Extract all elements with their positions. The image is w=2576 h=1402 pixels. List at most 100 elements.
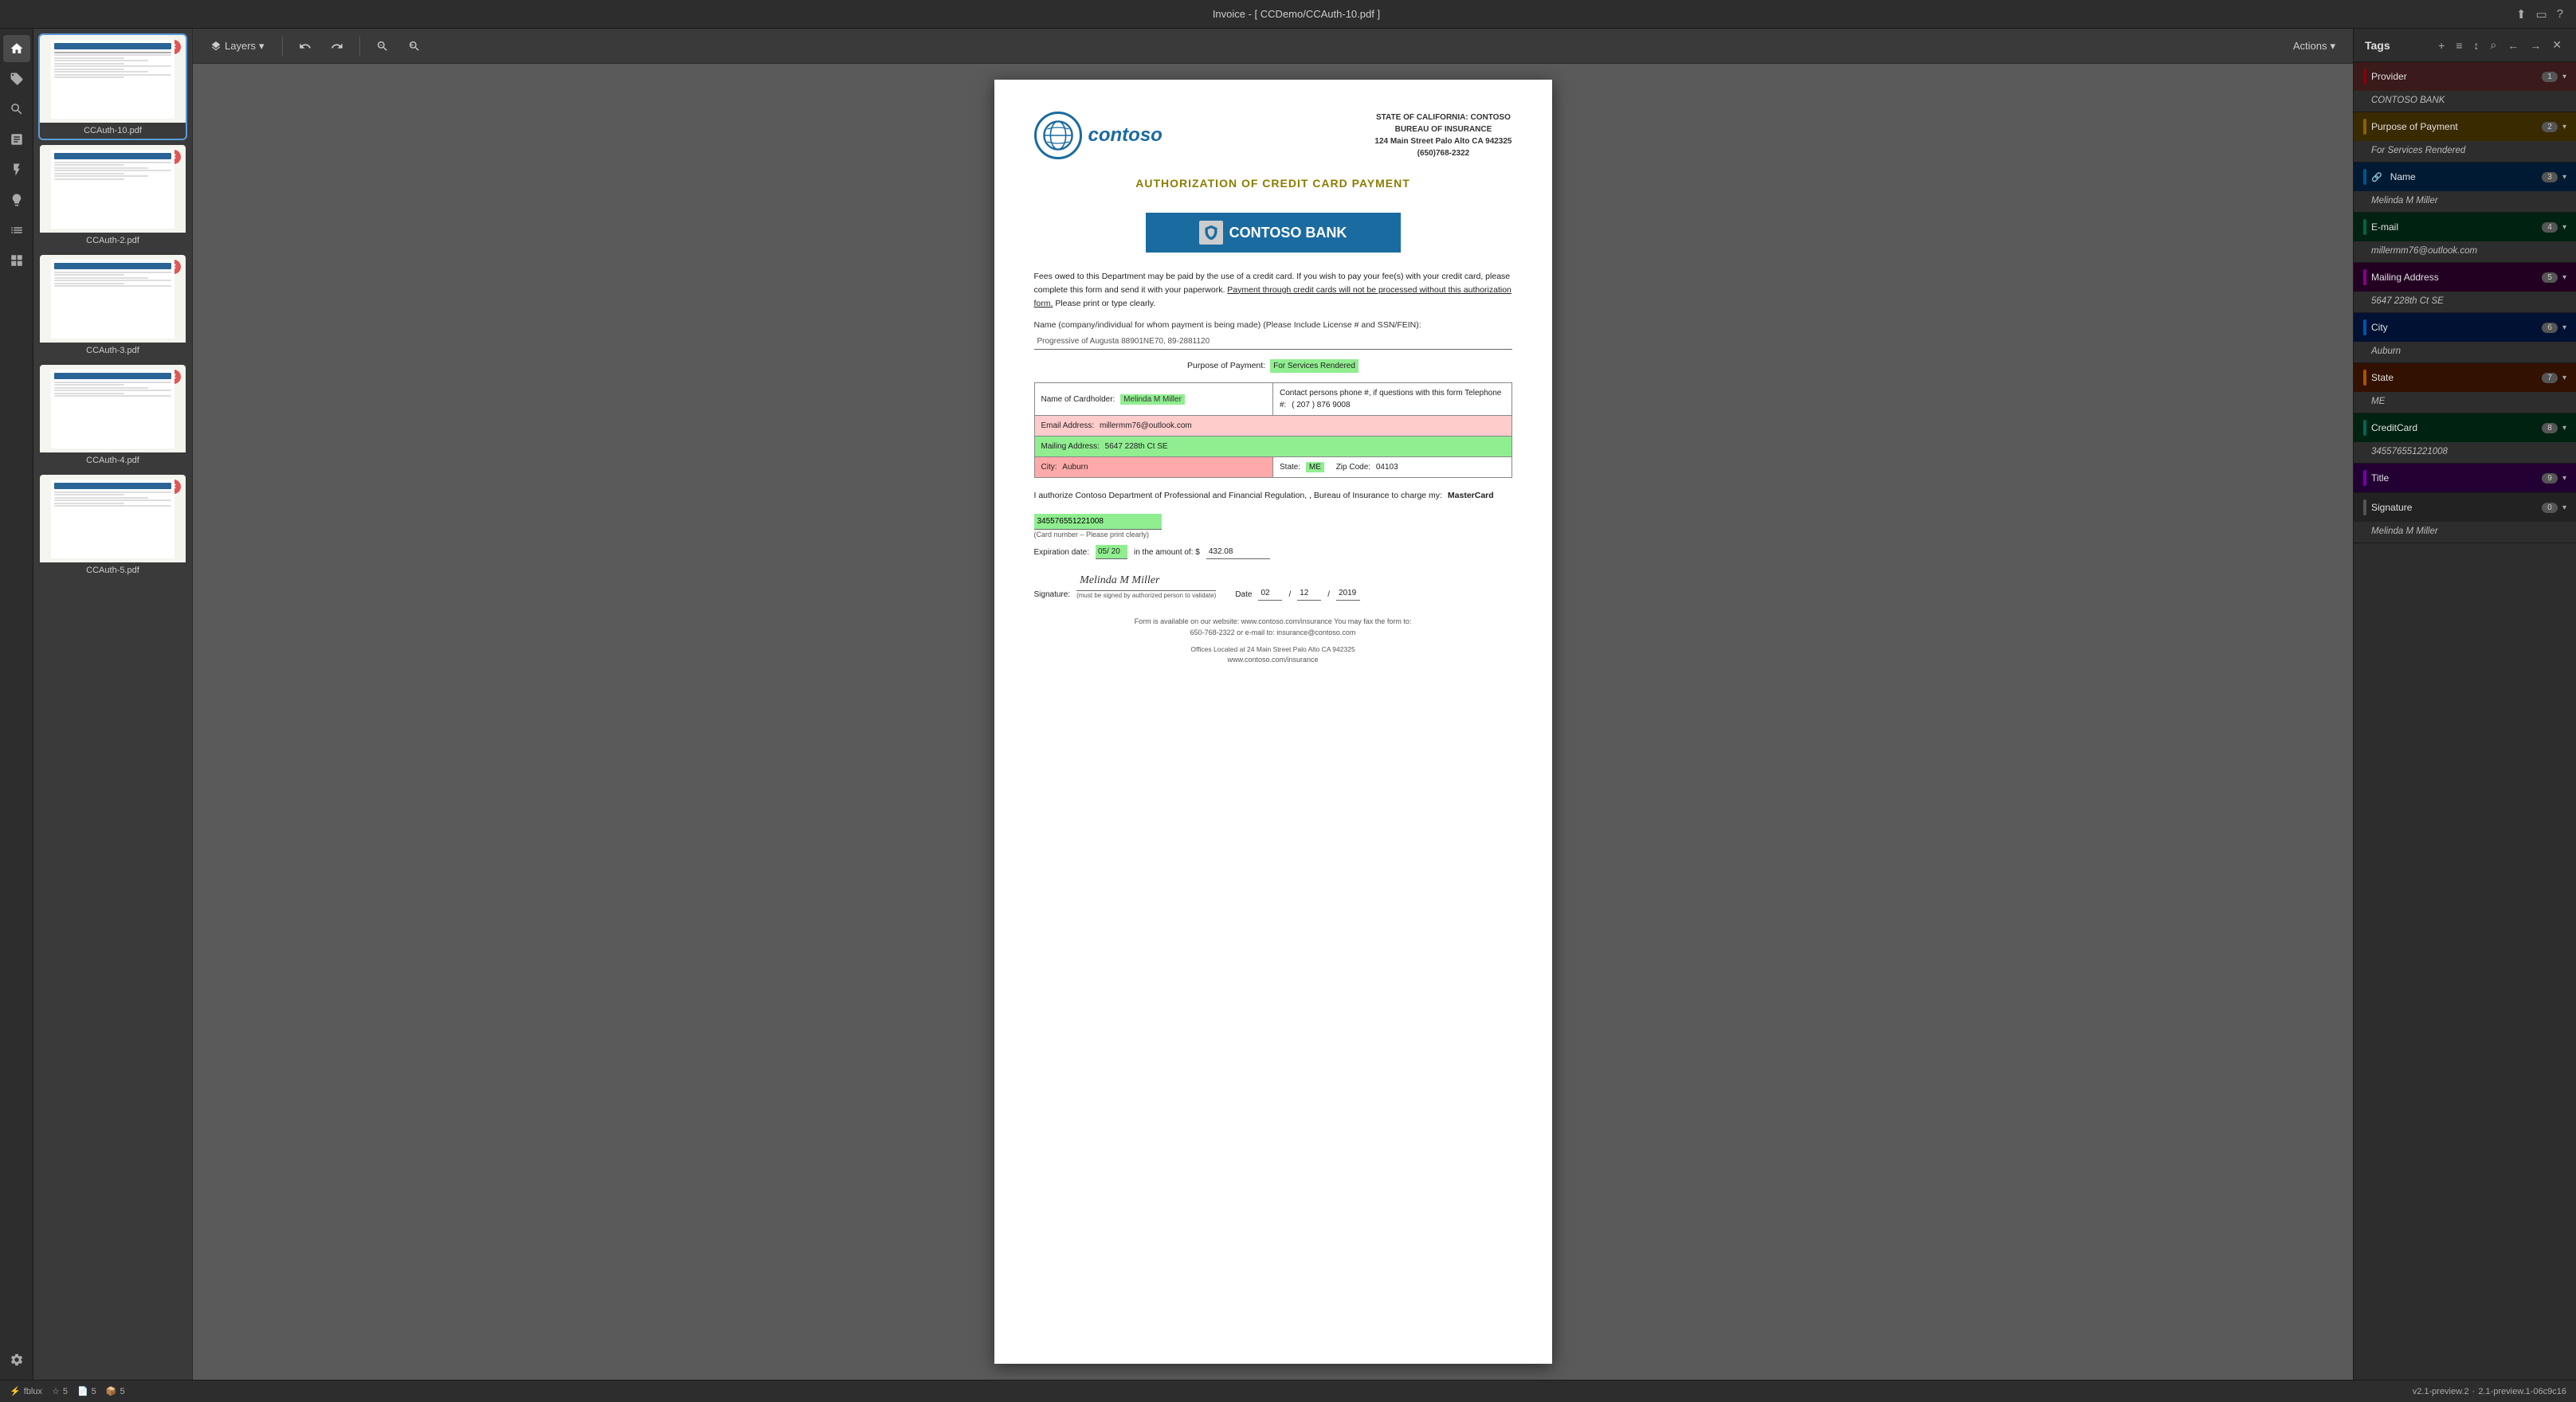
thumbnail-img-2: ✕: [40, 255, 186, 343]
tablet-icon[interactable]: ▭: [2535, 7, 2547, 22]
version-sep: ·: [2472, 1387, 2476, 1396]
tag-color-address: [2363, 269, 2366, 285]
tags-title: Tags: [2365, 39, 2390, 52]
tag-name-sig: Signature: [2371, 502, 2537, 513]
tag-name-purpose: Purpose of Payment: [2371, 121, 2537, 132]
purpose-value: For Services Rendered: [1270, 359, 1359, 373]
date-label: Date: [1235, 589, 1252, 601]
tag-chevron-city: ▾: [2562, 323, 2566, 332]
name-field-value: Progressive of Augusta 88901NE70, 89-288…: [1034, 334, 1512, 350]
name-field-label: Name (company/individual for whom paymen…: [1034, 319, 1512, 332]
zoom-in-button[interactable]: [402, 33, 427, 59]
sidebar-item-list[interactable]: [3, 217, 30, 244]
tag-header-name[interactable]: 🔗 Name 3 ▾: [2354, 163, 2576, 191]
tag-header-state[interactable]: State 7 ▾: [2354, 363, 2576, 392]
zoom-out-button[interactable]: [370, 33, 395, 59]
undo-button[interactable]: [292, 33, 318, 59]
doc-logo: contoso: [1034, 112, 1163, 159]
card-section: 345576551221008 (Card number – Please pr…: [1034, 514, 1512, 560]
cardholder-cell: Name of Cardholder: Melinda M Miller: [1034, 383, 1273, 416]
sidebar-item-extract[interactable]: [3, 126, 30, 153]
tag-item-provider: Provider 1 ▾ CONTOSO BANK: [2354, 62, 2576, 112]
thumbnail-2[interactable]: ✕ CCAuth-3.pdf: [40, 255, 186, 358]
sidebar-item-grid[interactable]: [3, 247, 30, 274]
tag-header-credit[interactable]: CreditCard 8 ▾: [2354, 413, 2576, 442]
zip-value: 04103: [1376, 463, 1398, 472]
help-icon[interactable]: ?: [2557, 7, 2563, 21]
cardholder-value: Melinda M Miller: [1120, 394, 1185, 405]
doc-header: contoso STATE OF CALIFORNIA: CONTOSO BUR…: [1034, 112, 1512, 159]
tags-search-icon[interactable]: ⌕: [2487, 37, 2500, 53]
sidebar-item-lightning[interactable]: [3, 156, 30, 183]
content-area: Layers ▾ Actions ▾: [193, 29, 2353, 1380]
app-icon: ⚡: [10, 1386, 21, 1396]
tags-close-icon[interactable]: ✕: [2549, 37, 2565, 53]
doc-viewer[interactable]: contoso STATE OF CALIFORNIA: CONTOSO BUR…: [193, 64, 2353, 1380]
tag-header-provider[interactable]: Provider 1 ▾: [2354, 62, 2576, 91]
status-pages[interactable]: 📄 5: [77, 1386, 96, 1396]
expiry-value: 05/ 20: [1096, 545, 1127, 559]
stars-count: 5: [63, 1387, 68, 1396]
header-address: 124 Main Street Palo Alto CA 942325: [1374, 135, 1511, 147]
tag-header-address[interactable]: Mailing Address 5 ▾: [2354, 263, 2576, 292]
header-phone: (650)768-2322: [1374, 147, 1511, 159]
card-number-row: 345576551221008 (Card number – Please pr…: [1034, 514, 1512, 541]
tag-value-credit: 345576551221008: [2354, 442, 2576, 463]
build-text: 2.1-preview.1-06c9c16: [2478, 1387, 2566, 1396]
expiry-label: Expiration date:: [1034, 546, 1090, 558]
tag-color-state: [2363, 370, 2366, 386]
thumbnail-img-0: ✕: [40, 35, 186, 123]
card-number: 345576551221008: [1034, 514, 1162, 530]
tag-chevron-state: ▾: [2562, 374, 2566, 382]
items-count: 5: [120, 1387, 124, 1396]
sidebar-item-home[interactable]: [3, 35, 30, 62]
tag-chevron-credit: ▾: [2562, 424, 2566, 433]
thumbnail-4[interactable]: ✕ CCAuth-5.pdf: [40, 475, 186, 578]
header-bureau: BUREAU OF INSURANCE: [1374, 123, 1511, 135]
sidebar-item-search[interactable]: [3, 96, 30, 123]
tag-item-purpose: Purpose of Payment 2 ▾ For Services Rend…: [2354, 112, 2576, 163]
layers-button[interactable]: Layers ▾: [202, 36, 272, 57]
toolbar-sep-1: [282, 37, 283, 56]
form-table: Name of Cardholder: Melinda M Miller Con…: [1034, 382, 1512, 478]
actions-button[interactable]: Actions ▾: [2285, 36, 2343, 57]
tag-item-email: E-mail 4 ▾ millermm76@outlook.com: [2354, 213, 2576, 263]
bank-name: CONTOSO BANK: [1229, 222, 1347, 244]
state-value: ME: [1306, 462, 1324, 472]
sidebar-item-tag[interactable]: [3, 65, 30, 92]
tag-header-city[interactable]: City 6 ▾: [2354, 313, 2576, 342]
title-bar-title: Invoice - [ CCDemo/CCAuth-10.pdf ]: [1213, 8, 1380, 20]
tag-chevron-provider: ▾: [2562, 72, 2566, 81]
share-icon[interactable]: ⬆: [2516, 7, 2527, 22]
tag-header-title[interactable]: Title 9 ▾: [2354, 464, 2576, 492]
tag-chevron-name: ▾: [2562, 173, 2566, 182]
status-stars[interactable]: ☆ 5: [52, 1386, 68, 1396]
thumbnail-label-1: CCAuth-2.pdf: [40, 233, 186, 249]
tag-header-sig[interactable]: Signature 0 ▾: [2354, 493, 2576, 522]
pages-count: 5: [92, 1387, 96, 1396]
sidebar-item-bulb[interactable]: [3, 186, 30, 213]
thumbnail-0[interactable]: ✕ CCAuth-10.pdf: [40, 35, 186, 139]
tag-name-email: E-mail: [2371, 221, 2537, 233]
thumbnail-1[interactable]: ✕ CCAuth-2.pdf: [40, 145, 186, 249]
tags-arrow-left-icon[interactable]: ←: [2504, 37, 2522, 53]
status-items[interactable]: 📦 5: [106, 1386, 125, 1396]
sidebar-item-settings[interactable]: [3, 1346, 30, 1373]
redo-button[interactable]: [324, 33, 350, 59]
tags-filter-icon[interactable]: ≡: [2452, 37, 2465, 53]
tags-add-icon[interactable]: +: [2435, 37, 2448, 53]
amount-label: in the amount of: $: [1134, 546, 1200, 558]
tag-header-purpose[interactable]: Purpose of Payment 2 ▾: [2354, 112, 2576, 141]
tag-value-state: ME: [2354, 392, 2576, 413]
tag-value-name: Melinda M Miller: [2354, 191, 2576, 212]
tags-sort-icon[interactable]: ↕: [2470, 37, 2482, 53]
thumbnail-3[interactable]: ✕ CCAuth-4.pdf: [40, 365, 186, 468]
tag-header-email[interactable]: E-mail 4 ▾: [2354, 213, 2576, 241]
doc-page: contoso STATE OF CALIFORNIA: CONTOSO BUR…: [994, 80, 1552, 1364]
tags-arrow-right-icon[interactable]: →: [2527, 37, 2544, 53]
zip-label: Zip Code:: [1336, 463, 1370, 472]
name-section: Name (company/individual for whom paymen…: [1034, 319, 1512, 350]
status-bar: ⚡ fblux ☆ 5 📄 5 📦 5 v2.1-preview.2 · 2.1…: [0, 1380, 2576, 1402]
thumbnail-label-4: CCAuth-5.pdf: [40, 562, 186, 578]
sig-row: Signature: Melinda M Miller (must be sig…: [1034, 570, 1512, 601]
